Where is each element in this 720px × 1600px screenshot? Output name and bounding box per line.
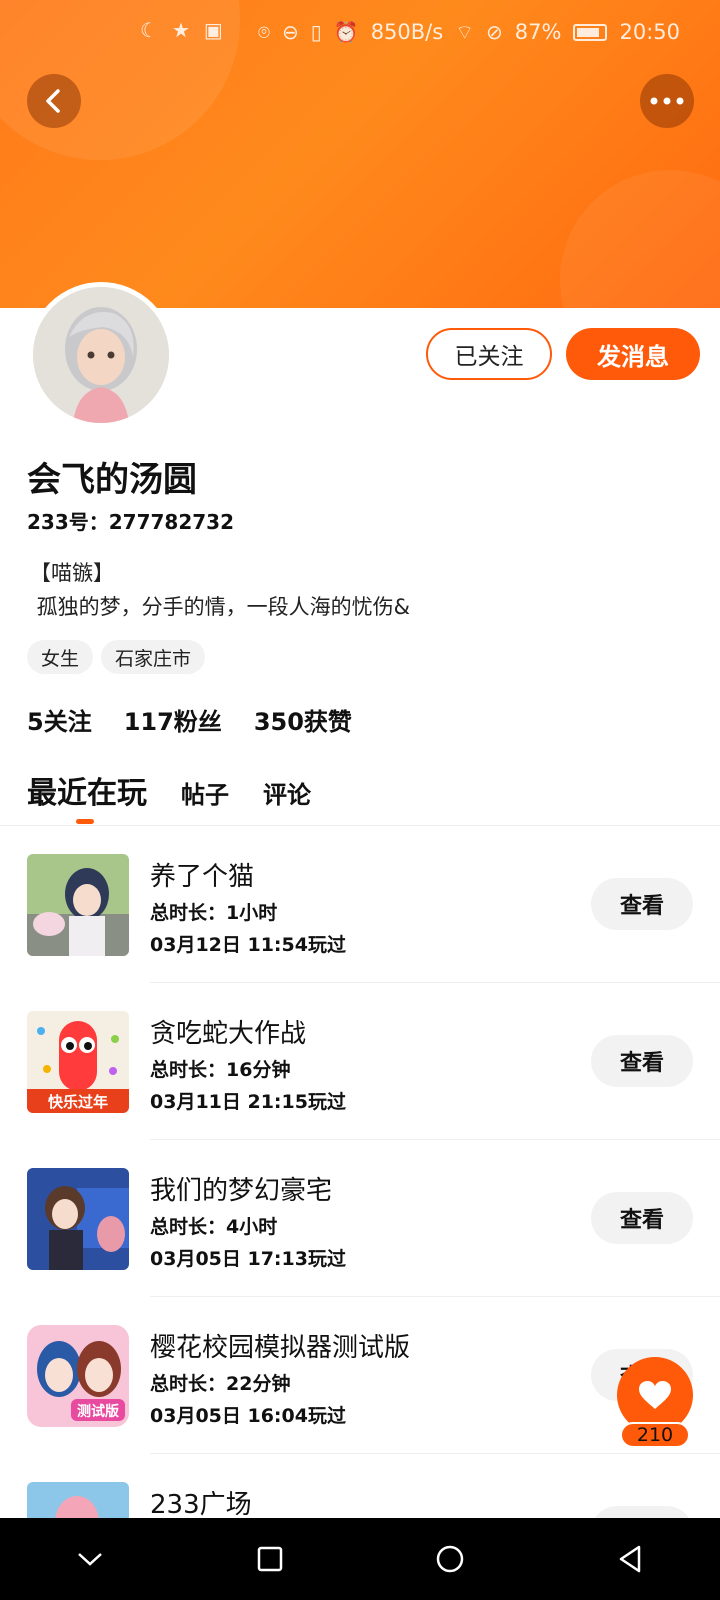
clock: 20:50 [619, 20, 680, 44]
view-button[interactable]: 查看 [591, 878, 693, 930]
chevron-down-icon [78, 1553, 102, 1566]
game-title: 养了个猫 [150, 862, 255, 892]
status-bar: ☾ ★ ▣ ⌾ ⊖ ▯ ⏰ 850B/s ⌔ ⊘ 87% 20:50 [0, 14, 720, 50]
alarm-icon: ⏰ [333, 20, 359, 44]
followers-count[interactable]: 117粉丝 [124, 702, 222, 737]
profile-tabs: 最近在玩 帖子 评论 [27, 768, 311, 812]
tab-comments[interactable]: 评论 [263, 775, 311, 810]
recent-games-list: 养了个猫 总时长：1小时 03月12日 11:54玩过 查看 快乐过年 贪吃蛇大… [0, 826, 720, 1600]
play-duration: 总时长：1小时 [150, 902, 278, 924]
nav-hide-button[interactable] [60, 1529, 120, 1589]
thumbnail-caption: 快乐过年 [48, 1093, 108, 1111]
triangle-back-icon [619, 1545, 641, 1573]
list-item[interactable]: 我们的梦幻豪宅 总时长：4小时 03月05日 17:13玩过 查看 [0, 1140, 720, 1297]
game-thumbnail: 测试版 [27, 1325, 129, 1427]
network-speed: 850B/s [370, 20, 444, 44]
heart-icon [639, 1381, 671, 1409]
vibrate-icon: ▯ [310, 20, 322, 44]
circle-icon [436, 1545, 464, 1573]
game-thumbnail: 快乐过年 [27, 1011, 129, 1113]
avatar[interactable] [28, 282, 174, 428]
tab-recently-played[interactable]: 最近在玩 [27, 768, 147, 812]
following-button[interactable]: 已关注 [426, 328, 552, 380]
tab-indicator [76, 819, 94, 824]
play-duration: 总时长：22分钟 [150, 1373, 291, 1395]
chevron-left-icon [46, 89, 60, 113]
dnd-icon: ⊖ [282, 20, 299, 44]
moon-icon: ☾ [140, 18, 158, 42]
game-title: 我们的梦幻豪宅 [150, 1176, 333, 1206]
square-icon [257, 1546, 283, 1572]
bio: 【喵镞】 孤独的梦，分手的情，一段人海的忧伤& [30, 561, 411, 619]
avatar-image [33, 287, 169, 423]
user-id: 233号：277782732 [27, 510, 234, 534]
nav-back-button[interactable] [600, 1529, 660, 1589]
profile-stats: 5关注 117粉丝 350获赞 [27, 702, 352, 737]
view-button[interactable]: 查看 [591, 1035, 693, 1087]
game-thumbnail [27, 854, 129, 956]
tag-gender: 女生 [27, 640, 94, 674]
likes-count: 350获赞 [253, 708, 352, 736]
last-played: 03月12日 11:54玩过 [150, 934, 346, 956]
game-title: 233广场 [150, 1490, 252, 1520]
list-item[interactable]: 快乐过年 贪吃蛇大作战 总时长：16分钟 03月11日 21:15玩过 查看 [0, 983, 720, 1140]
like-count: 210 [620, 1422, 690, 1448]
game-title: 贪吃蛇大作战 [150, 1019, 307, 1049]
more-button[interactable] [640, 74, 694, 128]
app-notification-icon: ▣ [203, 18, 223, 42]
tag-location: 石家庄市 [101, 640, 206, 674]
back-button[interactable] [27, 74, 81, 128]
last-played: 03月05日 16:04玩过 [150, 1405, 346, 1427]
more-dots-icon [650, 97, 684, 105]
nav-home-button[interactable] [420, 1529, 480, 1589]
game-title: 樱花校园模拟器测试版 [150, 1333, 411, 1363]
profile-tags: 女生 石家庄市 [27, 640, 206, 674]
send-message-button[interactable]: 发消息 [566, 328, 700, 380]
play-duration: 总时长：4小时 [150, 1216, 278, 1238]
no-sim-icon: ⊘ [486, 20, 503, 44]
wifi-icon: ⌔ [455, 20, 475, 44]
thumbnail-caption: 测试版 [77, 1403, 119, 1420]
last-played: 03月11日 21:15玩过 [150, 1091, 346, 1113]
system-navigation-bar [0, 1518, 720, 1600]
list-item[interactable]: 测试版 樱花校园模拟器测试版 总时长：22分钟 03月05日 16:04玩过 查… [0, 1297, 720, 1454]
nav-recents-button[interactable] [240, 1529, 300, 1589]
play-duration: 总时长：16分钟 [150, 1059, 291, 1081]
last-played: 03月05日 17:13玩过 [150, 1248, 346, 1270]
star-icon: ★ [171, 18, 190, 42]
location-icon: ⌾ [258, 20, 270, 44]
view-button[interactable]: 查看 [591, 1192, 693, 1244]
banner-decoration [560, 170, 720, 308]
username: 会飞的汤圆 [27, 460, 197, 500]
battery-icon [573, 23, 608, 41]
game-thumbnail [27, 1168, 129, 1270]
status-left-icons: ☾ ★ ▣ [140, 20, 223, 40]
tab-posts[interactable]: 帖子 [181, 775, 229, 810]
battery-percent: 87% [514, 20, 562, 44]
list-item[interactable]: 养了个猫 总时长：1小时 03月12日 11:54玩过 查看 [0, 826, 720, 983]
following-count[interactable]: 5关注 [27, 702, 92, 737]
